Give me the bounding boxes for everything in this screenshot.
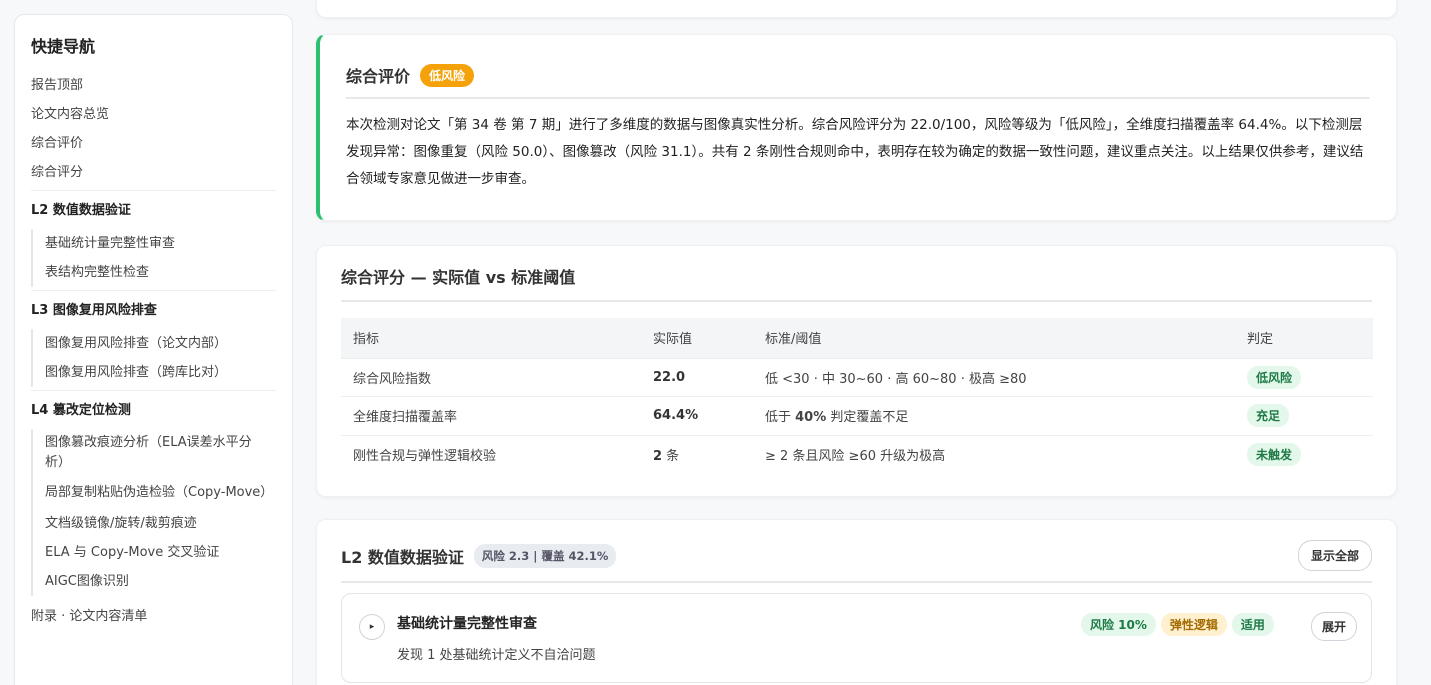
l2-section-card: L2 数值数据验证 风险 2.3 | 覆盖 42.1% 显示全部 ▸ 基础统计量… xyxy=(316,519,1397,685)
expand-button[interactable]: 展开 xyxy=(1310,612,1357,641)
verdict-cell: 低风险 xyxy=(1235,357,1373,397)
nav-group-l2[interactable]: L2 数值数据验证 xyxy=(31,191,276,225)
verdict-badge: 充足 xyxy=(1247,404,1290,428)
previous-card xyxy=(316,0,1397,18)
threshold-cell: 低于 40% 判定覆盖不足 xyxy=(753,396,1235,435)
score-table: 指标 实际值 标准/阈值 判定 综合风险指数 22.0 低 <30 · 中 30… xyxy=(341,318,1373,474)
l2-title: L2 数值数据验证 xyxy=(341,547,464,567)
score-title: 综合评分 — 实际值 vs 标准阈值 xyxy=(341,268,576,287)
threshold-cell: ≥ 2 条且风险 ≥60 升级为极高 xyxy=(753,434,1235,474)
summary-text: 本次检测对论文「第 34 卷 第 7 期」进行了多维度的数据与图像真实性分析。综… xyxy=(346,117,1364,187)
risk-tag: 风险 10% xyxy=(1081,613,1156,636)
table-header-row: 指标 实际值 标准/阈值 判定 xyxy=(341,318,1373,358)
nav-link-evaluation[interactable]: 综合评价 xyxy=(31,129,276,158)
column-header: 标准/阈值 xyxy=(753,318,1235,358)
table-row: 全维度扫描覆盖率 64.4% 低于 40% 判定覆盖不足 充足 xyxy=(341,396,1373,435)
nav-title: 快捷导航 xyxy=(31,37,96,56)
verdict-cell: 充足 xyxy=(1235,396,1373,435)
value-cell: 2 条 xyxy=(641,434,753,474)
play-icon[interactable]: ▸ xyxy=(359,614,385,640)
applicable-tag: 适用 xyxy=(1231,613,1274,636)
verdict-cell: 未触发 xyxy=(1235,434,1373,474)
score-card: 综合评分 — 实际值 vs 标准阈值 指标 实际值 标准/阈值 判定 综合风险指… xyxy=(316,245,1397,497)
nav-sub-l3: 图像复用风险排查（论文内部） 图像复用风险排查（跨库比对） xyxy=(31,329,276,387)
table-row: 刚性合规与弹性逻辑校验 2 条 ≥ 2 条且风险 ≥60 升级为极高 未触发 xyxy=(341,434,1373,474)
nav-link-mirror-rotate[interactable]: 文档级镜像/旋转/裁剪痕迹 xyxy=(45,509,276,538)
metric-cell: 刚性合规与弹性逻辑校验 xyxy=(341,434,641,474)
nav-link-ela[interactable]: 图像篡改痕迹分析（ELA误差水平分析） xyxy=(45,429,267,479)
nav-group-l4[interactable]: L4 篡改定位检测 xyxy=(31,391,276,425)
divider xyxy=(346,97,1370,99)
nav-link-aigc[interactable]: AIGC图像识别 xyxy=(45,567,276,596)
column-header: 判定 xyxy=(1235,318,1373,358)
nav-link-image-reuse-cross[interactable]: 图像复用风险排查（跨库比对） xyxy=(45,358,276,387)
summary-card: 综合评价 低风险 本次检测对论文「第 34 卷 第 7 期」进行了多维度的数据与… xyxy=(316,34,1397,221)
check-item-desc: 发现 1 处基础统计定义不自洽问题 xyxy=(397,648,596,663)
verdict-badge: 未触发 xyxy=(1247,443,1302,466)
show-all-button[interactable]: 显示全部 xyxy=(1297,540,1372,571)
nav-link-table-structure[interactable]: 表结构完整性检查 xyxy=(45,258,276,287)
nav-link-image-reuse-internal[interactable]: 图像复用风险排查（论文内部） xyxy=(45,329,276,358)
check-item-title: 基础统计量完整性审查 xyxy=(397,616,537,632)
table-row: 综合风险指数 22.0 低 <30 · 中 30~60 · 高 60~80 · … xyxy=(341,357,1373,397)
check-item-tags: 风险 10% 弹性逻辑 适用 xyxy=(1081,613,1274,636)
nav-link-report-top[interactable]: 报告顶部 xyxy=(31,71,276,100)
risk-badge: 低风险 xyxy=(420,63,475,87)
l2-risk-badge: 风险 2.3 | 覆盖 42.1% xyxy=(473,543,617,568)
nav-link-overview[interactable]: 论文内容总览 xyxy=(31,100,276,129)
divider xyxy=(341,581,1372,583)
nav-link-copy-move[interactable]: 局部复制粘贴伪造检验（Copy-Move） xyxy=(45,479,273,509)
verdict-badge: 低风险 xyxy=(1247,365,1302,389)
nav-link-appendix[interactable]: 附录 · 论文内容清单 xyxy=(31,602,276,631)
metric-cell: 综合风险指数 xyxy=(341,357,641,397)
nav-link-ela-cross[interactable]: ELA 与 Copy-Move 交叉验证 xyxy=(45,538,276,567)
nav-group-l3[interactable]: L3 图像复用风险排查 xyxy=(31,291,276,325)
value-cell: 22.0 xyxy=(641,357,753,397)
nav-sub-l4: 图像篡改痕迹分析（ELA误差水平分析） 局部复制粘贴伪造检验（Copy-Move… xyxy=(31,429,276,596)
column-header: 实际值 xyxy=(641,318,753,358)
quick-nav-sidebar: 快捷导航 报告顶部 论文内容总览 综合评价 综合评分 L2 数值数据验证 基础统… xyxy=(14,14,293,685)
summary-title: 综合评价 xyxy=(346,67,411,86)
column-header: 指标 xyxy=(341,318,641,358)
nav-sub-l2: 基础统计量完整性审查 表结构完整性检查 xyxy=(31,229,276,287)
check-item-card[interactable]: ▸ 基础统计量完整性审查 发现 1 处基础统计定义不自洽问题 风险 10% 弹性… xyxy=(341,593,1372,683)
divider xyxy=(341,300,1372,302)
value-cell: 64.4% xyxy=(641,396,753,435)
nav-link-basic-stats[interactable]: 基础统计量完整性审查 xyxy=(45,229,276,258)
metric-cell: 全维度扫描覆盖率 xyxy=(341,396,641,435)
logic-tag: 弹性逻辑 xyxy=(1160,613,1227,636)
nav-link-score[interactable]: 综合评分 xyxy=(31,158,276,187)
threshold-cell: 低 <30 · 中 30~60 · 高 60~80 · 极高 ≥80 xyxy=(753,357,1235,397)
